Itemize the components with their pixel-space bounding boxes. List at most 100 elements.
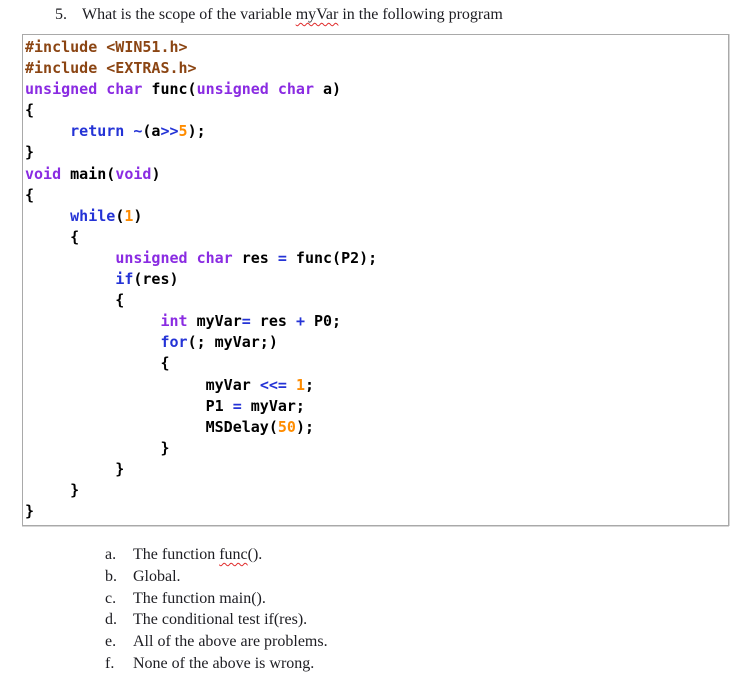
- code-line: {: [25, 100, 726, 121]
- code-token-type: unsigned char: [115, 248, 233, 267]
- code-token-type: unsigned char: [196, 80, 314, 99]
- code-token-op: <<=: [259, 375, 287, 394]
- code-line: {: [25, 353, 726, 374]
- code-token-plain: func(P2);: [286, 248, 378, 267]
- code-token-plain: ): [133, 206, 143, 225]
- code-token-op: =: [232, 396, 242, 415]
- code-token-plain: ;: [304, 375, 314, 394]
- code-token-type: void: [115, 164, 152, 183]
- code-token-kw: return: [70, 122, 125, 141]
- code-line: #include <EXTRAS.h>: [25, 58, 726, 79]
- code-token-type: void: [25, 164, 62, 183]
- code-token-plain: a): [314, 80, 342, 99]
- code-token-type: int: [160, 312, 188, 331]
- code-line: {: [25, 227, 726, 248]
- question-misspelled-word: myVar: [295, 6, 339, 23]
- code-token-op: =: [241, 312, 251, 331]
- answer-option-letter: d.: [105, 611, 117, 629]
- code-token-kw: for: [160, 333, 188, 352]
- answer-options-list: a. The function func(). b. Global. c. The fun…: [105, 544, 736, 674]
- answer-option-text: Global.: [133, 567, 181, 585]
- code-token-plain: }: [25, 502, 35, 521]
- question-text: What is the scope of the variable: [82, 6, 296, 23]
- answer-option-misspelled-word: func: [219, 546, 248, 564]
- code-line: {: [25, 290, 726, 311]
- code-token-plain: func(: [142, 80, 197, 99]
- code-line: while(1): [25, 206, 726, 227]
- code-token-plain: {: [25, 354, 170, 373]
- code-line: void main(void): [25, 164, 726, 185]
- code-line: {: [25, 185, 726, 206]
- code-token-plain: P0;: [304, 312, 342, 331]
- code-token-plain: res: [232, 248, 278, 267]
- answer-option: b. Global.: [105, 566, 736, 588]
- question-line: 5. What is the scope of the variable myVa…: [55, 5, 736, 24]
- answer-option: d. The conditional test if(res).: [105, 609, 736, 631]
- answer-option: f. None of the above is wrong.: [105, 653, 736, 675]
- code-token-plain: }: [25, 459, 125, 478]
- code-line: myVar <<= 1;: [25, 375, 726, 396]
- code-line: }: [25, 459, 726, 480]
- code-token-plain: res: [250, 312, 296, 331]
- code-token-num: 5: [178, 122, 188, 141]
- code-block-frame: #include <WIN51.h> #include <EXTRAS.h> uns…: [22, 34, 729, 527]
- code-token-plain: (res): [133, 270, 179, 289]
- code-token-op: +: [295, 312, 305, 331]
- code-token-pp: #include <EXTRAS.h>: [25, 59, 197, 78]
- code-line: #include <WIN51.h>: [25, 37, 726, 58]
- code-token-plain: myVar;: [241, 396, 305, 415]
- code-token-plain: (: [115, 206, 125, 225]
- code-line: unsigned char res = func(P2);: [25, 248, 726, 269]
- code-token-plain: myVar: [187, 312, 242, 331]
- answer-option-text: ().: [247, 546, 263, 564]
- code-token-op: >>: [160, 122, 179, 141]
- answer-option-text: All of the above are problems.: [133, 632, 328, 650]
- code-token-plain: {: [25, 101, 35, 120]
- code-line: }: [25, 480, 726, 501]
- code-token-plain: {: [25, 185, 35, 204]
- question-text: in the following program: [338, 6, 503, 23]
- code-line: }: [25, 438, 726, 459]
- code-line: unsigned char func(unsigned char a): [25, 79, 726, 100]
- code-token-plain: }: [25, 438, 170, 457]
- code-token-kw: if: [115, 270, 134, 289]
- code-line: MSDelay(50);: [25, 417, 726, 438]
- code-token-num: 1: [295, 375, 305, 394]
- code-token-plain: }: [25, 480, 80, 499]
- code-token-num: 50: [277, 417, 296, 436]
- code-token-plain: }: [25, 143, 35, 162]
- answer-option-letter: a.: [105, 546, 117, 564]
- answer-option: a. The function func().: [105, 544, 736, 566]
- code-listing: #include <WIN51.h> #include <EXTRAS.h> uns…: [23, 35, 728, 525]
- quiz-page: 5. What is the scope of the variable myVa…: [0, 5, 736, 674]
- answer-option: c. The function main().: [105, 588, 736, 610]
- answer-option-letter: c.: [105, 589, 117, 607]
- code-line: if(res): [25, 269, 726, 290]
- code-token-plain: P1: [25, 396, 233, 415]
- code-token-type: unsigned char: [25, 80, 143, 99]
- code-token-plain: );: [187, 122, 206, 141]
- answer-option-text: The function main().: [133, 589, 266, 607]
- code-token-plain: main(: [61, 164, 116, 183]
- code-line: }: [25, 142, 726, 163]
- answer-option-letter: f.: [105, 654, 115, 672]
- code-token-plain: );: [295, 417, 314, 436]
- code-token-op: =: [277, 248, 287, 267]
- code-token-pp: #include <WIN51.h>: [25, 38, 188, 56]
- code-token-plain: MSDelay(: [25, 417, 278, 436]
- answer-option-letter: e.: [105, 632, 117, 650]
- code-line: return ~(a>>5);: [25, 121, 726, 142]
- answer-option-text: The conditional test if(res).: [133, 611, 308, 629]
- code-token-plain: {: [25, 227, 80, 246]
- answer-option-letter: b.: [105, 567, 117, 585]
- code-line: for(; myVar;): [25, 332, 726, 353]
- code-line: int myVar= res + P0;: [25, 311, 726, 332]
- answer-option: e. All of the above are problems.: [105, 631, 736, 653]
